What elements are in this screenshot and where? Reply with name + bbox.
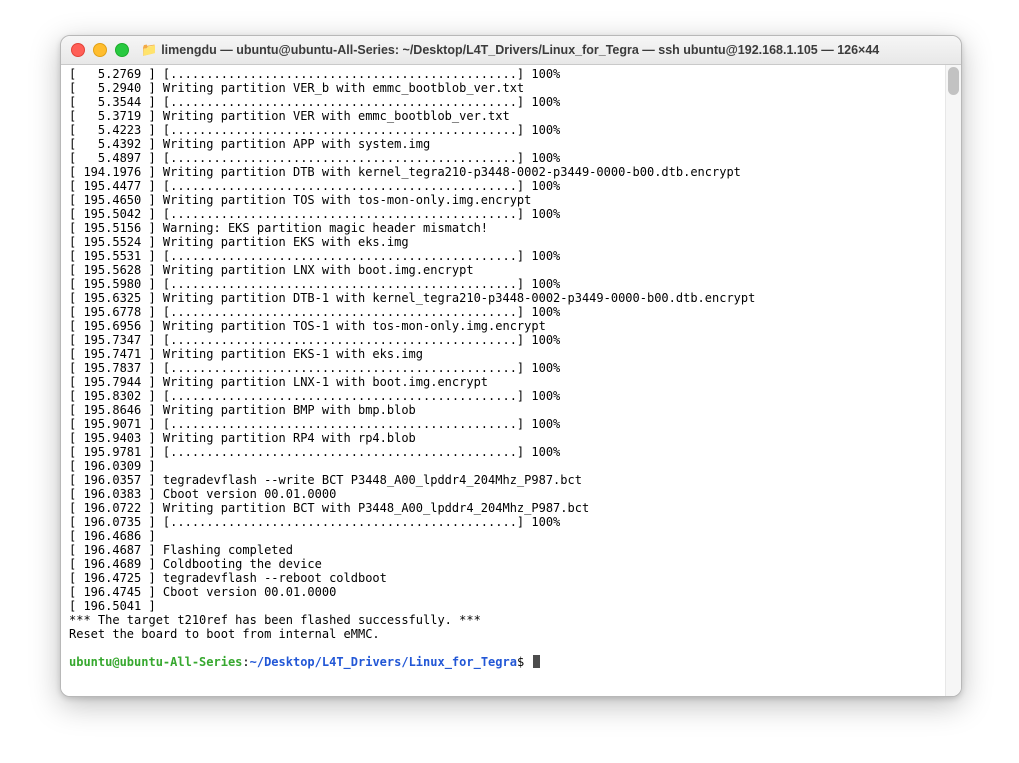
output-line: [ 196.0357 ] tegradevflash --write BCT P…: [69, 473, 955, 487]
prompt-user-host: ubuntu@ubuntu-All-Series: [69, 655, 242, 669]
close-window-button[interactable]: [71, 43, 85, 57]
output-line: [ 195.9781 ] [..........................…: [69, 445, 955, 459]
output-line: [ 196.4745 ] Cboot version 00.01.0000: [69, 585, 955, 599]
output-line: [ 196.0735 ] [..........................…: [69, 515, 955, 529]
output-line: [ 5.4897 ] [............................…: [69, 151, 955, 165]
output-line: [ 195.6325 ] Writing partition DTB-1 wit…: [69, 291, 955, 305]
maximize-window-button[interactable]: [115, 43, 129, 57]
prompt-path: ~/Desktop/L4T_Drivers/Linux_for_Tegra: [250, 655, 517, 669]
output-line: [ 195.7837 ] [..........................…: [69, 361, 955, 375]
terminal-output[interactable]: [ 5.2769 ] [............................…: [61, 65, 961, 696]
output-line: [ 195.6778 ] [..........................…: [69, 305, 955, 319]
output-line: [ 195.4650 ] Writing partition TOS with …: [69, 193, 955, 207]
output-line: [ 196.0383 ] Cboot version 00.01.0000: [69, 487, 955, 501]
output-line: [ 195.7944 ] Writing partition LNX-1 wit…: [69, 375, 955, 389]
output-line: [ 195.9071 ] [..........................…: [69, 417, 955, 431]
output-line: [ 5.2940 ] Writing partition VER_b with …: [69, 81, 955, 95]
output-line: [ 195.4477 ] [..........................…: [69, 179, 955, 193]
prompt-dollar: $: [517, 655, 531, 669]
output-line: [ 196.4725 ] tegradevflash --reboot cold…: [69, 571, 955, 585]
minimize-window-button[interactable]: [93, 43, 107, 57]
output-line: [ 195.5524 ] Writing partition EKS with …: [69, 235, 955, 249]
prompt-colon: :: [242, 655, 249, 669]
output-line: [ 195.7347 ] [..........................…: [69, 333, 955, 347]
output-line: [ 5.3544 ] [............................…: [69, 95, 955, 109]
output-line: [ 196.4687 ] Flashing completed: [69, 543, 955, 557]
output-line: Reset the board to boot from internal eM…: [69, 627, 955, 641]
window-title: limengdu — ubuntu@ubuntu-All-Series: ~/D…: [161, 43, 951, 57]
output-line: [ 196.5041 ]: [69, 599, 955, 613]
folder-icon: 📁: [141, 42, 157, 58]
output-line: [ 195.5156 ] Warning: EKS partition magi…: [69, 221, 955, 235]
output-line: [ 195.5980 ] [..........................…: [69, 277, 955, 291]
output-line: [ 196.0309 ]: [69, 459, 955, 473]
output-line: [ 194.1976 ] Writing partition DTB with …: [69, 165, 955, 179]
output-line: [ 195.7471 ] Writing partition EKS-1 wit…: [69, 347, 955, 361]
output-line: [ 5.3719 ] Writing partition VER with em…: [69, 109, 955, 123]
output-line: [ 195.9403 ] Writing partition RP4 with …: [69, 431, 955, 445]
output-line: [ 195.5628 ] Writing partition LNX with …: [69, 263, 955, 277]
output-line: [ 196.4689 ] Coldbooting the device: [69, 557, 955, 571]
output-line: [ 195.8302 ] [..........................…: [69, 389, 955, 403]
terminal-body[interactable]: [ 5.2769 ] [............................…: [61, 65, 961, 696]
output-line: [ 5.4392 ] Writing partition APP with sy…: [69, 137, 955, 151]
output-line: [ 196.0722 ] Writing partition BCT with …: [69, 501, 955, 515]
output-line: *** The target t210ref has been flashed …: [69, 613, 955, 627]
scrollbar-thumb[interactable]: [948, 67, 959, 95]
output-line: [ 196.4686 ]: [69, 529, 955, 543]
output-line: [ 195.6956 ] Writing partition TOS-1 wit…: [69, 319, 955, 333]
traffic-lights: [71, 43, 129, 57]
prompt-line[interactable]: ubuntu@ubuntu-All-Series:~/Desktop/L4T_D…: [69, 655, 955, 669]
output-line: [ 195.5042 ] [..........................…: [69, 207, 955, 221]
output-line: [ 5.2769 ] [............................…: [69, 67, 955, 81]
output-line: [ 5.4223 ] [............................…: [69, 123, 955, 137]
terminal-window: 📁 limengdu — ubuntu@ubuntu-All-Series: ~…: [60, 35, 962, 697]
scrollbar-track[interactable]: [945, 65, 961, 696]
titlebar[interactable]: 📁 limengdu — ubuntu@ubuntu-All-Series: ~…: [61, 36, 961, 65]
output-line: [ 195.8646 ] Writing partition BMP with …: [69, 403, 955, 417]
output-line: [ 195.5531 ] [..........................…: [69, 249, 955, 263]
cursor: [533, 655, 540, 668]
